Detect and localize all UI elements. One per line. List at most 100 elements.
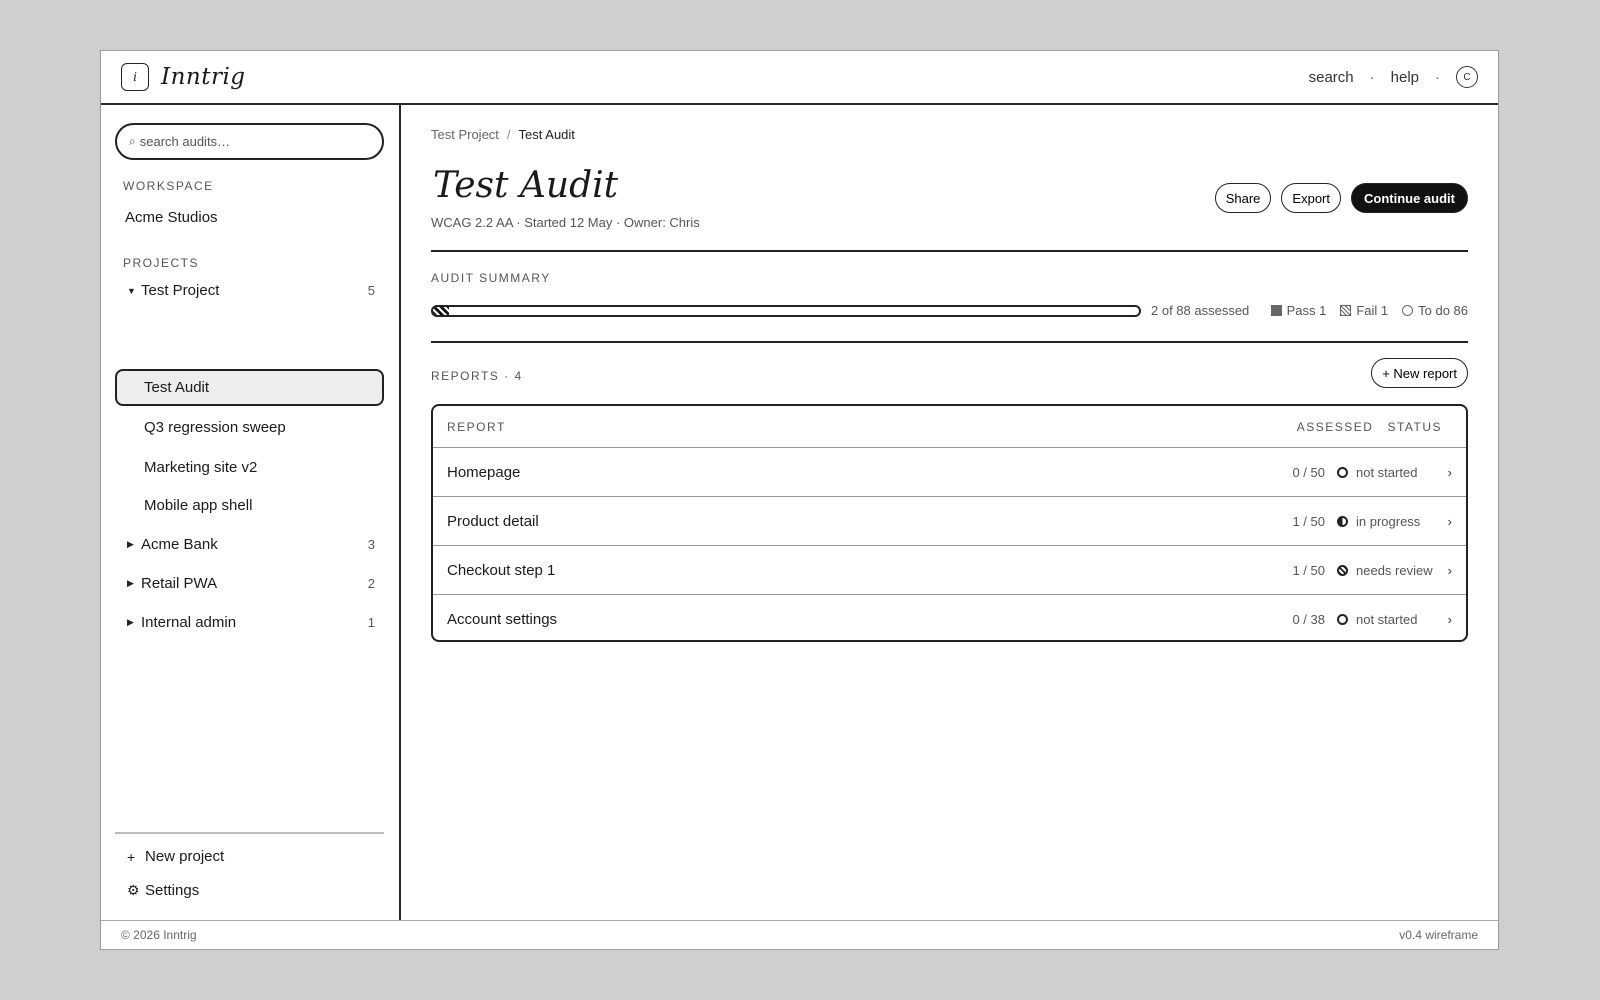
top-bar: i Inntrig search · help · C <box>101 51 1498 105</box>
settings-label: Settings <box>145 882 200 899</box>
chevron-down-icon: ▼ <box>127 285 136 296</box>
search-placeholder: search audits… <box>139 134 231 149</box>
report-status: not started <box>1356 464 1418 480</box>
legend-fail-label: Fail 1 <box>1356 303 1389 318</box>
report-assessed: 0 / 50 <box>1292 464 1325 480</box>
legend-pass: Pass 1 <box>1270 303 1327 318</box>
report-name: Account settings <box>447 611 558 628</box>
sidebar-audit-marketing-site-v2[interactable]: Marketing site v2 <box>144 459 257 476</box>
chevron-right-icon: › <box>1447 513 1452 529</box>
sidebar-project-internal-admin[interactable]: ▶ Internal admin 1 <box>127 614 375 631</box>
top-nav: search · help · C <box>1309 66 1478 88</box>
table-row[interactable]: Product detail 1 / 50 in progress › <box>433 497 1466 546</box>
breadcrumb-separator: / <box>506 127 511 142</box>
legend-fail: Fail 1 <box>1340 303 1388 318</box>
page-title: Test Audit <box>433 165 619 206</box>
legend-pass-label: Pass 1 <box>1286 303 1327 318</box>
table-row[interactable]: Account settings 0 / 38 not started › <box>433 595 1466 640</box>
sidebar-project-acme-bank[interactable]: ▶ Acme Bank 3 <box>127 536 375 553</box>
share-button[interactable]: Share <box>1214 183 1272 213</box>
report-assessed: 0 / 38 <box>1292 612 1325 627</box>
table-row[interactable]: Checkout step 1 1 / 50 needs review › <box>433 546 1466 595</box>
divider <box>431 250 1468 252</box>
plus-icon: + <box>127 848 136 865</box>
legend-todo: To do 86 <box>1402 303 1468 318</box>
project-name: Internal admin <box>141 614 237 631</box>
gear-icon: ⚙ <box>127 882 140 898</box>
sidebar-divider <box>115 832 384 834</box>
chevron-right-icon: › <box>1447 562 1452 578</box>
breadcrumb-parent[interactable]: Test Project <box>431 127 499 142</box>
summary-legend: Pass 1 Fail 1 To do 86 <box>1270 303 1468 318</box>
divider <box>431 341 1468 343</box>
search-icon: ⌕ <box>129 134 136 148</box>
version-label: v0.4 wireframe <box>1399 928 1478 942</box>
report-name: Homepage <box>447 463 521 481</box>
project-name: Test Project <box>141 282 220 299</box>
new-project-label: New project <box>145 848 225 865</box>
assessed-count: 2 of 88 assessed <box>1151 303 1250 318</box>
sidebar-project-test-project[interactable]: ▼ Test Project 5 <box>127 282 375 299</box>
new-report-button[interactable]: + New report <box>1371 358 1468 388</box>
project-count: 2 <box>367 576 375 591</box>
report-name: Product detail <box>447 512 539 530</box>
sidebar-audit-q3-regression-sweep[interactable]: Q3 regression sweep <box>144 419 286 436</box>
half-circle-icon <box>1337 515 1348 527</box>
audit-name: Test Audit <box>144 379 210 396</box>
settings-button[interactable]: ⚙ Settings <box>127 882 199 899</box>
project-name: Acme Bank <box>141 536 218 553</box>
report-status: needs review <box>1356 562 1433 578</box>
avatar[interactable]: C <box>1456 66 1478 88</box>
project-name: Retail PWA <box>141 575 218 592</box>
chevron-right-icon: › <box>1447 612 1452 627</box>
project-count: 5 <box>367 283 375 298</box>
action-buttons: Share Export Continue audit <box>1214 183 1468 213</box>
empty-circle-icon <box>1337 614 1348 625</box>
table-row[interactable]: Homepage 0 / 50 not started › <box>433 448 1466 497</box>
col-assessed: ASSESSED <box>1296 419 1374 434</box>
sidebar: ⌕ search audits… WORKSPACE Acme Studios … <box>101 105 401 920</box>
audit-meta: WCAG 2.2 AA · Started 12 May · Owner: Ch… <box>431 215 700 230</box>
empty-circle-icon <box>1337 466 1348 478</box>
search-link[interactable]: search <box>1309 69 1354 86</box>
report-assessed: 1 / 50 <box>1292 562 1325 578</box>
report-status: not started <box>1356 612 1418 627</box>
sidebar-audit-mobile-app-shell[interactable]: Mobile app shell <box>144 497 252 514</box>
fail-swatch-icon <box>1340 305 1352 316</box>
footer: © 2026 Inntrig v0.4 wireframe <box>101 920 1498 949</box>
chevron-right-icon: ▶ <box>127 539 134 549</box>
report-name: Checkout step 1 <box>447 561 556 579</box>
pass-swatch-icon <box>1270 305 1282 316</box>
audit-summary-label: AUDIT SUMMARY <box>431 271 551 285</box>
progress-bar <box>431 305 1141 317</box>
app-name: Inntrig <box>161 64 246 90</box>
continue-audit-button[interactable]: Continue audit <box>1351 183 1468 213</box>
col-status: STATUS <box>1387 419 1442 434</box>
sidebar-audit-test-audit[interactable]: Test Audit <box>115 369 384 406</box>
nav-separator: · <box>1369 68 1375 86</box>
report-assessed: 1 / 50 <box>1292 513 1325 529</box>
projects-label: PROJECTS <box>123 256 200 270</box>
export-button[interactable]: Export <box>1281 183 1341 213</box>
copyright: © 2026 Inntrig <box>121 928 197 942</box>
breadcrumb-current: Test Audit <box>518 127 575 142</box>
project-count: 1 <box>367 615 375 630</box>
help-link[interactable]: help <box>1391 69 1419 86</box>
workspace-name[interactable]: Acme Studios <box>125 209 218 226</box>
logo-icon: i <box>121 63 149 91</box>
table-header: REPORT ASSESSED STATUS <box>433 406 1466 448</box>
sidebar-project-retail-pwa[interactable]: ▶ Retail PWA 2 <box>127 575 375 592</box>
reports-label: REPORTS · 4 <box>431 369 523 383</box>
todo-swatch-icon <box>1402 305 1414 316</box>
chevron-right-icon: › <box>1447 464 1452 480</box>
app-frame: i Inntrig search · help · C ⌕ search aud… <box>100 50 1499 950</box>
reports-table: REPORT ASSESSED STATUS Homepage 0 / 50 n… <box>431 404 1468 642</box>
workspace-label: WORKSPACE <box>123 179 214 193</box>
chevron-right-icon: ▶ <box>127 578 134 588</box>
chevron-right-icon: ▶ <box>127 617 134 627</box>
project-count: 3 <box>367 537 375 552</box>
new-project-button[interactable]: + New project <box>127 848 224 865</box>
col-report: REPORT <box>447 419 506 434</box>
search-input[interactable]: ⌕ search audits… <box>115 123 384 160</box>
breadcrumb: Test Project / Test Audit <box>431 127 575 142</box>
